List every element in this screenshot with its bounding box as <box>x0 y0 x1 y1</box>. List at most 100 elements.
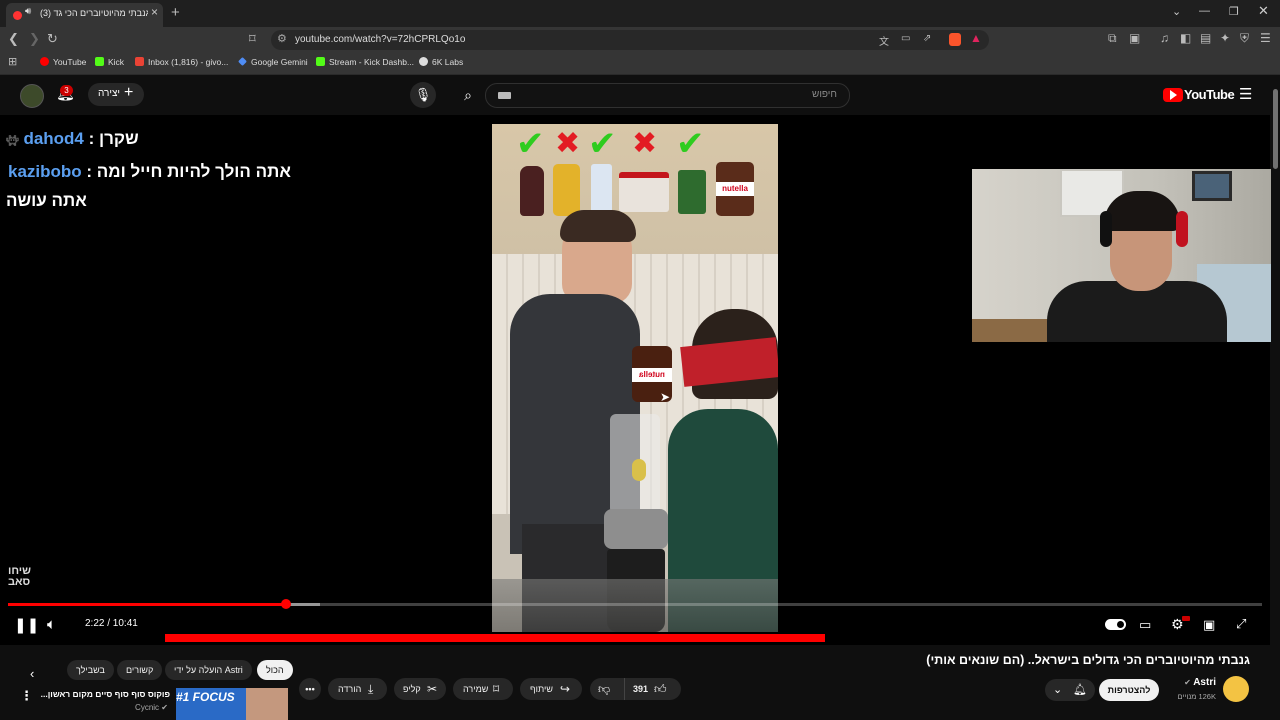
pause-icon[interactable]: ❚❚ <box>14 616 39 634</box>
like-icon[interactable]: 👍︎ <box>654 678 667 700</box>
search-button[interactable]: ⌕ <box>450 82 486 108</box>
screenshot-icon[interactable]: ▣ <box>1129 31 1140 45</box>
filter-chip-related[interactable]: קשורים <box>117 660 163 680</box>
more-vertical-icon[interactable]: ⋮ <box>20 688 33 704</box>
gemini-favicon-icon <box>238 57 247 66</box>
save-button[interactable]: שמירה ⌑ <box>453 678 513 700</box>
mouse-cursor-icon: ➤ <box>660 390 671 404</box>
minimize-icon[interactable]: — <box>1199 5 1210 17</box>
cross-icon: ✖ <box>632 127 658 160</box>
bookmark-label: Stream - Kick Dashb... <box>329 57 415 67</box>
share-button[interactable]: שיתוף ↪ <box>520 678 582 700</box>
browser-tab[interactable]: 🔊︎ (3) גנבתי מהיוטיוברים הכי גד × <box>6 3 163 27</box>
bookmark-gemini[interactable]: Google Gemini <box>238 57 308 67</box>
chat-avatar-icon: 👾︎ <box>6 136 19 147</box>
more-actions-button[interactable]: ••• <box>299 678 321 700</box>
tab-search-icon[interactable]: ⌄ <box>1172 5 1181 18</box>
bookmark-kick-dashboard[interactable]: Stream - Kick Dashb... <box>316 57 414 67</box>
bookmark-kick[interactable]: Kick <box>95 57 124 67</box>
extensions-icon[interactable]: ⧉ <box>1108 31 1117 46</box>
youtube-logo-icon[interactable] <box>1163 88 1183 102</box>
subscribe-button[interactable]: להצטרפות <box>1099 679 1159 701</box>
guide-menu-icon[interactable]: ☰ <box>1239 85 1252 103</box>
check-icon: ✔ <box>588 125 617 163</box>
chat-message: 👾︎ dahod4 : שקרן <box>6 129 156 149</box>
keyboard-icon[interactable] <box>498 92 511 99</box>
download-button[interactable]: הורדה ⤓ <box>328 678 387 700</box>
channel-name-row[interactable]: ✔ Astri <box>1160 677 1216 688</box>
close-window-icon[interactable]: ✕ <box>1258 3 1269 19</box>
bell-icon: 🔔︎ <box>1073 684 1087 696</box>
bookmark-page-icon[interactable]: ⌑ <box>249 31 256 47</box>
kick-favicon-icon <box>316 57 325 66</box>
person-hair <box>560 210 636 242</box>
new-tab-icon[interactable]: + <box>171 4 180 21</box>
media-icon[interactable]: ♫ <box>1160 31 1169 45</box>
scrollbar-thumb[interactable] <box>1273 89 1278 169</box>
chevron-left-icon[interactable]: ‹ <box>30 666 34 681</box>
close-tab-icon[interactable]: × <box>151 5 158 19</box>
bookmark-inbox[interactable]: Inbox (1,816) - givo... <box>135 57 228 67</box>
save-label: שמירה <box>463 684 489 694</box>
clip-label: קליפ <box>403 684 421 694</box>
apps-grid-icon[interactable]: ⊞ <box>8 55 17 68</box>
page-scrollbar[interactable] <box>1271 75 1280 720</box>
clip-button[interactable]: קליפ ✂ <box>394 678 446 700</box>
share-page-icon[interactable]: ⇗ <box>923 33 931 44</box>
related-video-title[interactable]: פוקוס סוף סוף סיים מקום ראשון... <box>40 689 170 699</box>
related-channel-row[interactable]: Cycnic ✔ <box>100 703 168 712</box>
brave-shields-icon[interactable] <box>949 33 961 46</box>
dislike-icon[interactable]: 👎︎ <box>598 678 610 700</box>
menu-icon[interactable]: ☰ <box>1260 31 1271 45</box>
youtube-logo-text[interactable]: YouTube <box>1184 87 1235 102</box>
avatar[interactable] <box>20 84 44 108</box>
address-bar[interactable]: ⚙ youtube.com/watch?v=72hCPRLQo1o 文 ▭ ⇗ … <box>271 30 989 50</box>
volume-icon[interactable]: 🔈︎ <box>47 616 56 633</box>
channel-avatar[interactable] <box>1223 676 1249 702</box>
filter-chip-uploaded-by[interactable]: הועלה על ידי Astri <box>165 660 252 680</box>
theater-mode-icon[interactable]: ▣ <box>1203 617 1215 633</box>
bookmark-icon: ⌑ <box>493 682 500 696</box>
create-button[interactable]: יצירה + <box>88 83 144 106</box>
chat-message: kazibobo : אתה הולך להיות חייל ומה <box>8 162 308 182</box>
notification-settings-button[interactable]: ⌄ 🔔︎ <box>1045 679 1095 701</box>
cast-icon[interactable]: ▭ <box>901 33 910 44</box>
chat-username: dahod4 <box>23 129 84 148</box>
bookmark-youtube[interactable]: YouTube <box>40 57 86 67</box>
sidebar-icon[interactable]: ◧ <box>1180 31 1191 45</box>
bookmark-6k-labs[interactable]: 6K Labs <box>419 57 463 67</box>
wallet-icon[interactable]: ▤ <box>1200 31 1211 45</box>
brave-rewards-icon[interactable]: ▲ <box>970 31 982 45</box>
maximize-icon[interactable]: ❐ <box>1229 5 1239 18</box>
search-input[interactable]: חיפוש <box>485 83 850 108</box>
verified-icon: ✔ <box>1184 678 1191 687</box>
chat-message-continued: אתה עושה <box>6 191 87 210</box>
related-video-thumbnail[interactable]: #1 FOCUS <box>176 688 288 720</box>
bookmark-label: Google Gemini <box>251 57 308 67</box>
reload-icon[interactable]: ↻ <box>47 31 58 47</box>
bookmark-label: Inbox (1,816) - givo... <box>148 57 229 67</box>
check-icon: ✔ <box>516 125 545 163</box>
fullscreen-icon[interactable]: ⤢ <box>1236 616 1246 632</box>
search-placeholder: חיפוש <box>812 89 837 100</box>
back-icon[interactable]: ❮ <box>8 31 19 47</box>
video-bottom-bar <box>165 634 825 642</box>
filter-chip-for-you[interactable]: בשבילך <box>67 660 114 680</box>
autoplay-toggle[interactable] <box>1105 619 1126 630</box>
like-count: 391 <box>633 684 649 694</box>
site-info-icon[interactable]: ⚙ <box>277 32 287 45</box>
cross-icon: ✖ <box>555 127 581 160</box>
bookmark-label: Kick <box>108 57 125 67</box>
speaker-icon[interactable]: 🔊︎ <box>25 6 31 17</box>
kick-favicon-icon <box>95 57 104 66</box>
filter-chip-all[interactable]: הכול <box>257 660 293 680</box>
banana <box>632 459 646 481</box>
vpn-icon[interactable]: ⛨ <box>1240 31 1249 46</box>
chat-username: kazibobo <box>8 162 82 181</box>
leo-icon[interactable]: ✦ <box>1220 31 1230 45</box>
chat-text: שקרן <box>99 129 139 148</box>
forward-icon[interactable]: ❯ <box>29 31 40 47</box>
translate-icon[interactable]: 文 <box>879 33 889 48</box>
voice-search-button[interactable]: 🎙︎ <box>410 82 436 108</box>
subtitles-icon[interactable]: ▭ <box>1139 617 1151 633</box>
